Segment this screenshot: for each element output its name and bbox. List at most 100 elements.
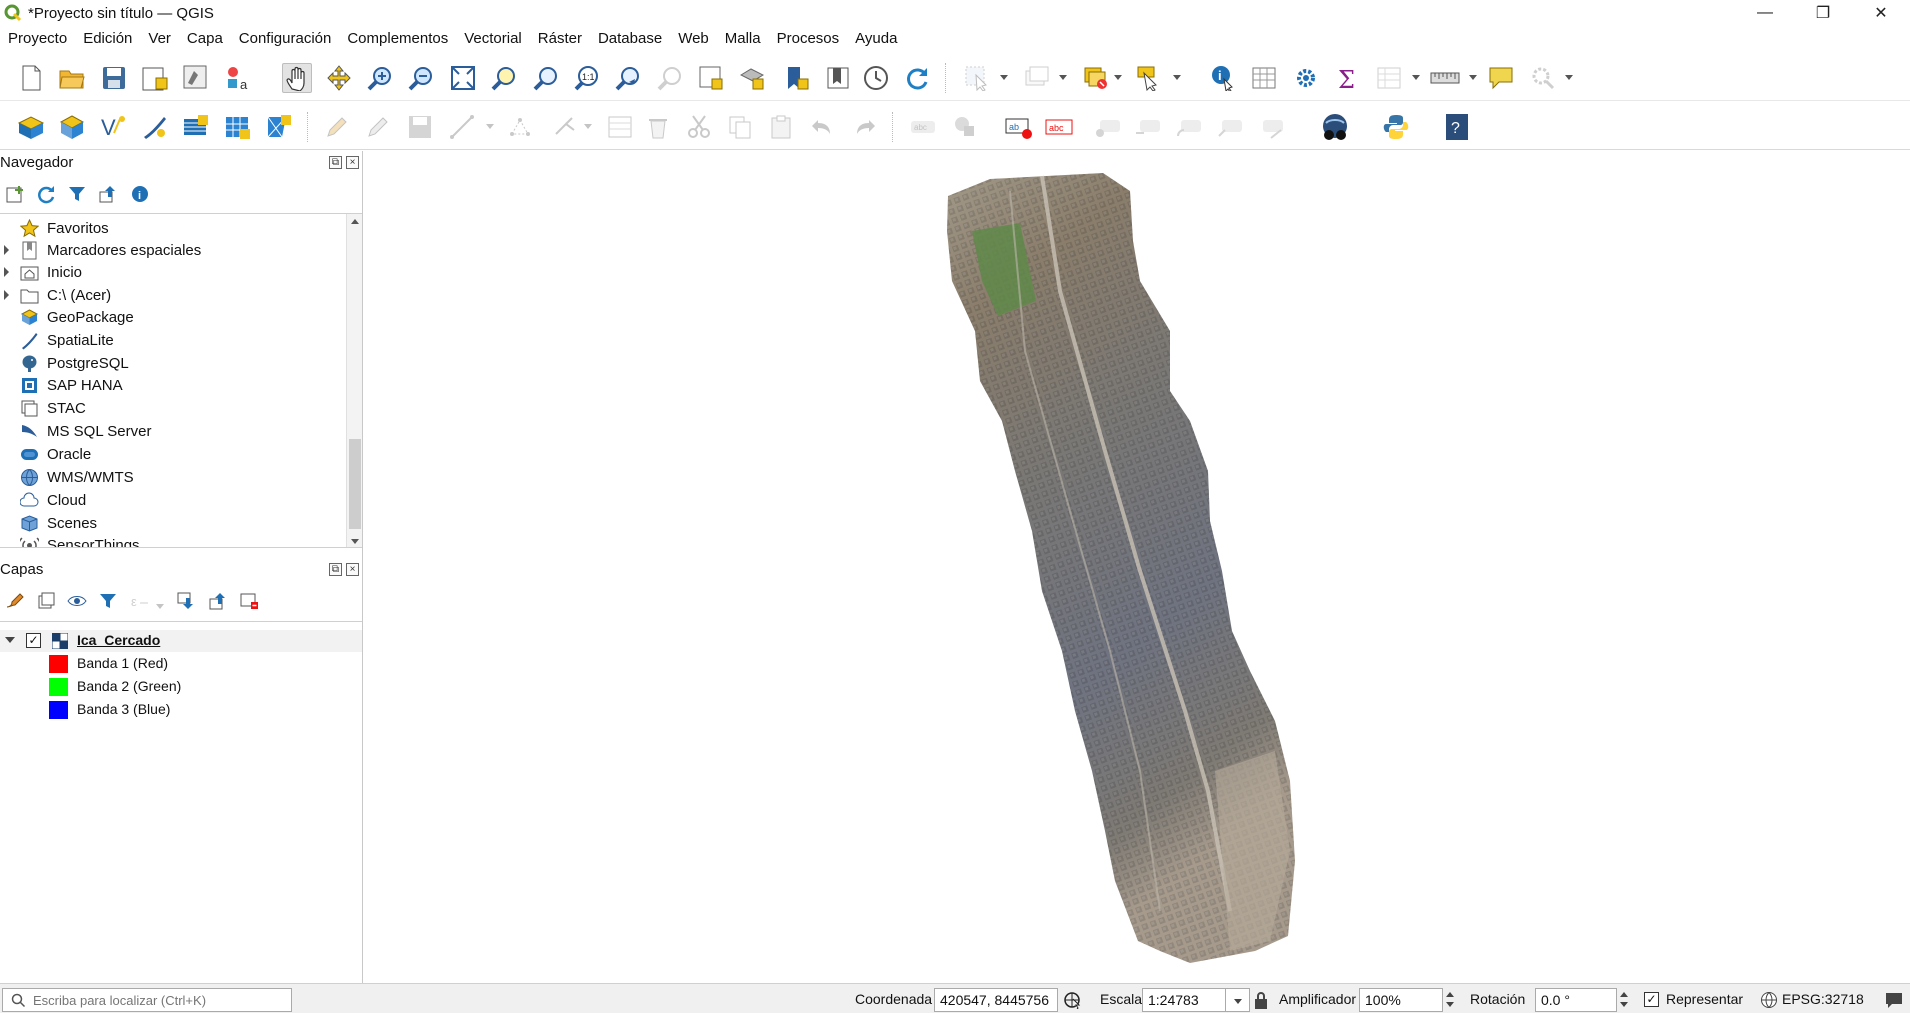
render-checkbox[interactable]: ✓ bbox=[1644, 992, 1659, 1007]
float-panel-icon[interactable]: ⧉ bbox=[329, 563, 342, 576]
refresh-browser-icon[interactable] bbox=[35, 183, 57, 205]
new-bookmark-icon[interactable] bbox=[782, 63, 812, 93]
collapse-all-icon[interactable] bbox=[97, 183, 119, 205]
expand-arrow-icon[interactable] bbox=[4, 290, 9, 300]
close-window-button[interactable]: ✕ bbox=[1852, 0, 1910, 26]
paste-icon[interactable] bbox=[766, 112, 796, 142]
zoom-next-icon[interactable] bbox=[655, 63, 685, 93]
label-highlight-icon[interactable]: ab bbox=[1004, 112, 1034, 142]
help-icon[interactable]: ? bbox=[1442, 112, 1472, 142]
layer-name[interactable]: Ica_Cercado bbox=[77, 632, 160, 648]
menu-proyecto[interactable]: Proyecto bbox=[0, 26, 75, 52]
zoom-full-icon[interactable] bbox=[448, 63, 478, 93]
new-print-layout-icon[interactable] bbox=[140, 63, 170, 93]
menu-malla[interactable]: Malla bbox=[717, 26, 769, 52]
new-virtual-layer-icon[interactable] bbox=[181, 112, 211, 142]
crs-globe-icon[interactable] bbox=[1760, 991, 1778, 1009]
data-source-manager-icon[interactable] bbox=[16, 112, 46, 142]
browser-item-sensorthings[interactable]: SensorThings bbox=[0, 534, 340, 547]
expand-all-icon[interactable] bbox=[175, 590, 197, 612]
new-spatialite-layer-icon[interactable] bbox=[140, 112, 170, 142]
label-move-icon[interactable] bbox=[1133, 112, 1163, 142]
new-mesh-layer-icon[interactable] bbox=[264, 112, 294, 142]
cut-icon[interactable] bbox=[684, 112, 714, 142]
temporal-controller-icon[interactable] bbox=[861, 63, 891, 93]
identify-features-icon[interactable]: i bbox=[1208, 63, 1238, 93]
menu-database[interactable]: Database bbox=[590, 26, 670, 52]
browser-item-drive-c[interactable]: C:\ (Acer) bbox=[0, 284, 340, 306]
zoom-out-icon[interactable] bbox=[406, 63, 436, 93]
browser-item-scenes[interactable]: Scenes bbox=[0, 512, 340, 534]
copy-icon[interactable] bbox=[725, 112, 755, 142]
locator-bar[interactable] bbox=[2, 988, 292, 1012]
manage-visibility-icon[interactable] bbox=[66, 590, 88, 612]
restore-button[interactable]: ❐ bbox=[1794, 0, 1852, 26]
menu-complementos[interactable]: Complementos bbox=[339, 26, 456, 52]
lock-scale-icon[interactable] bbox=[1253, 990, 1269, 1010]
browser-scrollbar[interactable] bbox=[346, 214, 362, 547]
select-by-expression-icon[interactable] bbox=[1081, 63, 1111, 93]
label-change-icon[interactable] bbox=[1215, 112, 1245, 142]
magnifier-spinner[interactable] bbox=[1443, 988, 1457, 1012]
locator-settings-icon[interactable] bbox=[1528, 63, 1558, 93]
add-selected-layers-icon[interactable] bbox=[4, 183, 26, 205]
measure-icon[interactable] bbox=[1430, 63, 1460, 93]
expand-arrow-icon[interactable] bbox=[4, 267, 9, 277]
menu-raster[interactable]: Ráster bbox=[530, 26, 590, 52]
map-tips-icon[interactable] bbox=[1486, 63, 1516, 93]
redo-icon[interactable] bbox=[849, 112, 879, 142]
menu-vectorial[interactable]: Vectorial bbox=[456, 26, 530, 52]
label-icon[interactable]: abc bbox=[908, 112, 938, 142]
style-manager-icon[interactable] bbox=[181, 63, 211, 93]
zoom-in-icon[interactable] bbox=[365, 63, 395, 93]
label-pin-icon[interactable] bbox=[950, 112, 980, 142]
browser-item-oracle[interactable]: Oracle bbox=[0, 443, 340, 465]
label-show-hide-icon[interactable] bbox=[1093, 112, 1123, 142]
browser-item-cloud[interactable]: Cloud bbox=[0, 489, 340, 511]
rotation-field[interactable]: 0.0 ° bbox=[1535, 988, 1617, 1012]
georeferencer-icon[interactable] bbox=[1320, 112, 1350, 142]
edit-pencil-icon[interactable] bbox=[322, 112, 352, 142]
browser-item-spatialite[interactable]: SpatiaLite bbox=[0, 329, 340, 351]
layer-styling-icon[interactable] bbox=[4, 590, 26, 612]
filter-browser-icon[interactable] bbox=[66, 183, 88, 205]
layer-row[interactable]: ✓ Ica_Cercado bbox=[0, 630, 362, 652]
menu-procesos[interactable]: Procesos bbox=[769, 26, 848, 52]
crs-label[interactable]: EPSG:32718 bbox=[1782, 991, 1864, 1007]
open-project-icon[interactable] bbox=[57, 63, 87, 93]
show-bookmarks-icon[interactable] bbox=[823, 63, 853, 93]
new-temporary-layer-icon[interactable] bbox=[223, 112, 253, 142]
zoom-to-layer-icon[interactable] bbox=[531, 63, 561, 93]
browser-item-marcadores[interactable]: Marcadores espaciales bbox=[0, 239, 340, 261]
new-map-view-icon[interactable] bbox=[696, 63, 726, 93]
properties-icon[interactable]: i bbox=[129, 183, 151, 205]
menu-ver[interactable]: Ver bbox=[140, 26, 179, 52]
deselect-icon[interactable] bbox=[1022, 63, 1052, 93]
undo-icon[interactable] bbox=[808, 112, 838, 142]
refresh-icon[interactable] bbox=[902, 63, 932, 93]
expand-arrow-icon[interactable] bbox=[4, 245, 9, 255]
menu-edicion[interactable]: Edición bbox=[75, 26, 140, 52]
locator-input[interactable] bbox=[33, 991, 283, 1009]
collapse-arrow-icon[interactable] bbox=[5, 637, 15, 643]
field-calculator-icon[interactable] bbox=[1374, 63, 1404, 93]
remove-layer-icon[interactable] bbox=[238, 590, 260, 612]
coordinate-field[interactable]: 420547, 8445756 bbox=[934, 988, 1058, 1012]
browser-item-postgresql[interactable]: PostgreSQL bbox=[0, 352, 340, 374]
rotation-spinner[interactable] bbox=[1617, 988, 1631, 1012]
new-3d-view-icon[interactable] bbox=[737, 63, 767, 93]
label-red-icon[interactable]: abc bbox=[1044, 112, 1074, 142]
scrollbar-thumb[interactable] bbox=[349, 439, 361, 529]
new-project-icon[interactable] bbox=[16, 63, 46, 93]
toggle-editing-icon[interactable] bbox=[363, 112, 393, 142]
mouse-coordinate-toggle-icon[interactable] bbox=[1063, 991, 1081, 1010]
minimize-button[interactable]: — bbox=[1736, 0, 1794, 26]
label-rotate-icon[interactable] bbox=[1174, 112, 1204, 142]
select-features-icon[interactable] bbox=[962, 63, 992, 93]
collapse-all-layers-icon[interactable] bbox=[207, 590, 229, 612]
python-icon[interactable] bbox=[1381, 112, 1411, 142]
pan-to-selection-icon[interactable] bbox=[324, 63, 354, 93]
zoom-native-icon[interactable]: 1:1 bbox=[572, 63, 602, 93]
identify-icon[interactable] bbox=[1134, 63, 1164, 93]
save-project-icon[interactable] bbox=[99, 63, 129, 93]
